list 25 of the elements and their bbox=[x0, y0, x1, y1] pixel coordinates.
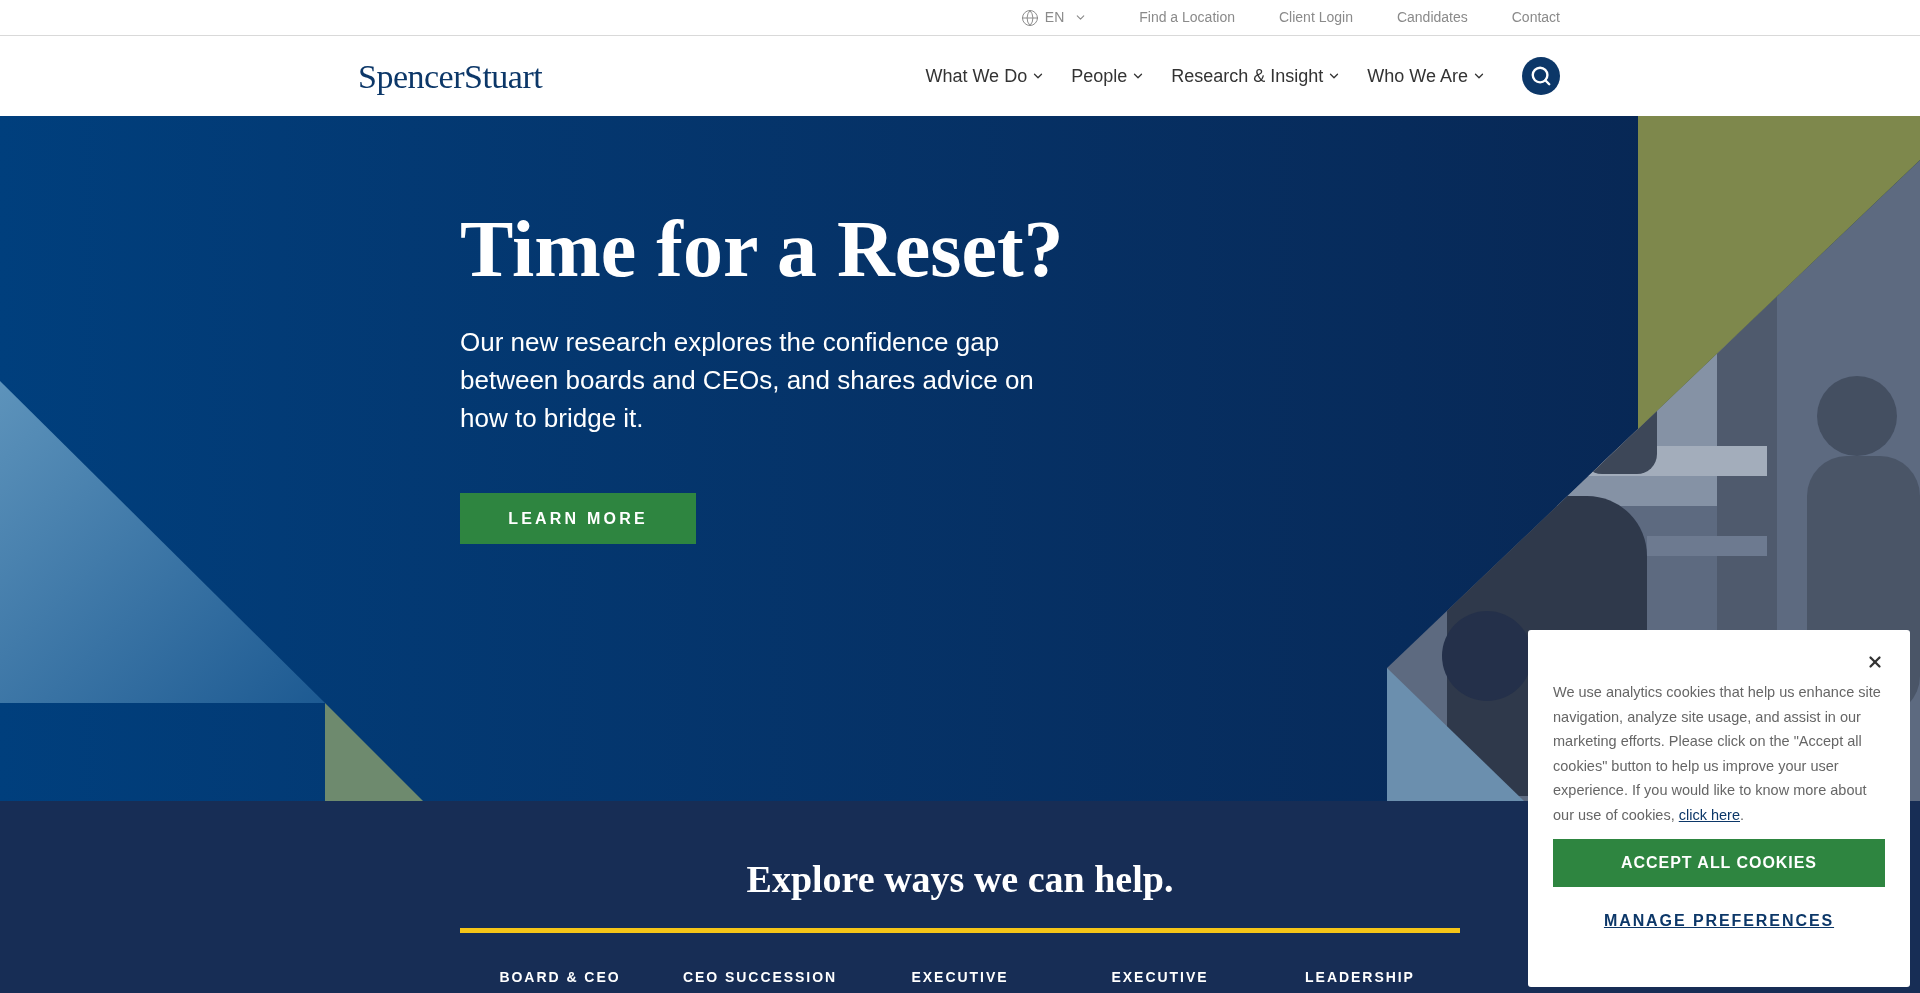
cookie-policy-link[interactable]: click here bbox=[1678, 806, 1740, 823]
nav-item[interactable]: Who We Are bbox=[1367, 62, 1486, 90]
logo[interactable]: SpencerStuart bbox=[358, 50, 543, 102]
explore-tab[interactable]: BOARD & CEO bbox=[499, 968, 621, 986]
nav-item[interactable]: Research & Insight bbox=[1171, 62, 1342, 90]
accept-cookies-button[interactable]: ACCEPT ALL COOKIES bbox=[1553, 839, 1885, 887]
nav-item[interactable]: People bbox=[1071, 62, 1146, 90]
explore-tab[interactable]: CEO SUCCESSION bbox=[682, 968, 838, 986]
top-link[interactable]: Contact bbox=[1511, 7, 1560, 28]
globe-icon bbox=[1020, 8, 1039, 27]
manage-preferences-link[interactable]: MANAGE PREFERENCES bbox=[1603, 909, 1835, 933]
explore-tab[interactable]: EXECUTIVE bbox=[1111, 968, 1209, 986]
top-link[interactable]: Find a Location bbox=[1139, 7, 1235, 28]
hero-subtitle: Our new research explores the confidence gap between boards and CEOs, and shares advice on how to bridge it. bbox=[460, 326, 1035, 435]
explore-heading: Explore ways we can help. bbox=[746, 857, 1174, 902]
search-icon bbox=[1530, 65, 1552, 87]
nav-item[interactable]: What We Do bbox=[925, 62, 1046, 90]
explore-tab[interactable]: EXECUTIVE bbox=[911, 968, 1009, 986]
top-link[interactable]: Candidates bbox=[1396, 7, 1468, 28]
close-icon bbox=[1866, 653, 1884, 671]
learn-more-button[interactable]: LEARN MORE bbox=[460, 493, 696, 544]
hero-title: Time for a Reset? bbox=[460, 204, 1064, 295]
cookie-message: We use analytics cookies that help us enhance site navigation, analyze site usage, and assist in our marketing efforts. Please click on the "Accept all cookies" button to help us improve your user experience. If you would like to know more about our use of cookies, click here. bbox=[1553, 683, 1882, 825]
explore-tab[interactable]: LEADERSHIP bbox=[1305, 968, 1415, 986]
search-button[interactable] bbox=[1522, 57, 1560, 95]
